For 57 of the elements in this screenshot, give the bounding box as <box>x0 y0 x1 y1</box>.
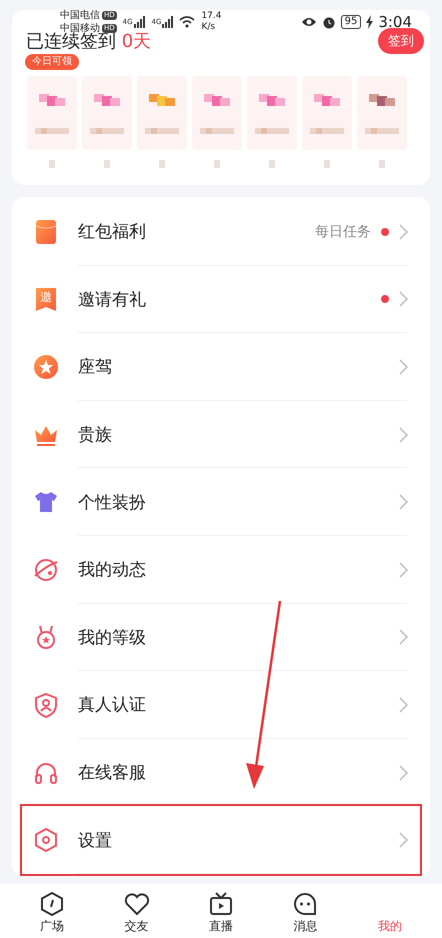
heart-icon <box>124 891 150 917</box>
menu-label: 我的动态 <box>78 559 146 582</box>
menu-item[interactable]: 我的等级 <box>12 604 430 672</box>
menu-item[interactable]: 我的动态 <box>12 536 430 604</box>
chevron-icon <box>399 426 408 443</box>
checkin-button[interactable]: 签到 <box>378 28 424 54</box>
tv-icon <box>208 891 234 917</box>
tab[interactable]: 消息 <box>263 886 348 934</box>
chevron-icon <box>399 696 408 713</box>
wifi-icon <box>179 16 196 28</box>
menu-label: 个性装扮 <box>78 492 146 514</box>
menu-label: 设置 <box>78 830 112 852</box>
alarm-icon <box>322 15 336 29</box>
signal-icon <box>162 16 174 28</box>
eye-icon <box>300 16 317 28</box>
menu-label: 座驾 <box>78 356 112 378</box>
task-note: 每日任务 <box>315 222 371 241</box>
menu-label: 真人认证 <box>78 694 146 716</box>
chat-icon <box>292 891 318 917</box>
battery-level: 95 <box>340 15 362 29</box>
tab[interactable]: 直播 <box>178 886 264 934</box>
icon-glyph: 邀 <box>40 291 52 304</box>
chevron-icon <box>399 494 408 510</box>
hexagon-icon <box>39 891 66 917</box>
menu-item[interactable]: 个性装扮 <box>12 468 430 536</box>
carrier-name: 中国移动 <box>60 23 100 34</box>
today-tag: 今日可领 <box>25 54 79 70</box>
menu-item[interactable]: 设置 <box>12 806 430 874</box>
signal-icon <box>134 16 146 28</box>
menu-item[interactable]: 在线客服 <box>12 738 430 806</box>
tab[interactable]: 广场 <box>10 886 94 934</box>
speed-unit: K/s <box>201 22 216 33</box>
clock: 3:04 <box>378 16 412 28</box>
menu-label: 邀请有礼 <box>78 288 146 311</box>
tab[interactable]: 我的 <box>348 886 432 934</box>
menu-item[interactable]: 邀 邀请有礼 <box>12 266 430 334</box>
chevron-icon <box>399 224 408 240</box>
hexagon-icon <box>32 826 60 854</box>
menu-item[interactable]: 红包福利 每日任务 <box>12 198 430 266</box>
chevron-icon <box>399 629 408 646</box>
network-speed: 17.4 <box>201 11 222 22</box>
menu-label: 贵族 <box>78 424 112 446</box>
chevron-icon <box>399 832 408 848</box>
shield-icon <box>32 690 60 719</box>
menu-item[interactable]: 贵族 <box>12 400 430 468</box>
chevron-icon <box>399 291 408 308</box>
chevron-icon <box>399 562 408 578</box>
chevron-icon <box>399 358 408 375</box>
menu-label: 红包福利 <box>78 221 146 244</box>
menu-label: 我的等级 <box>78 626 146 649</box>
chevron-icon <box>399 764 408 781</box>
menu-item[interactable]: 座驾 <box>12 333 430 401</box>
menu-label: 在线客服 <box>78 762 146 784</box>
carrier-name: 中国电信 <box>60 10 100 21</box>
streak-text: 已连续签到 0天 <box>26 31 152 53</box>
menu-item[interactable]: 真人认证 <box>12 671 430 739</box>
tab[interactable]: 交友 <box>94 886 179 934</box>
